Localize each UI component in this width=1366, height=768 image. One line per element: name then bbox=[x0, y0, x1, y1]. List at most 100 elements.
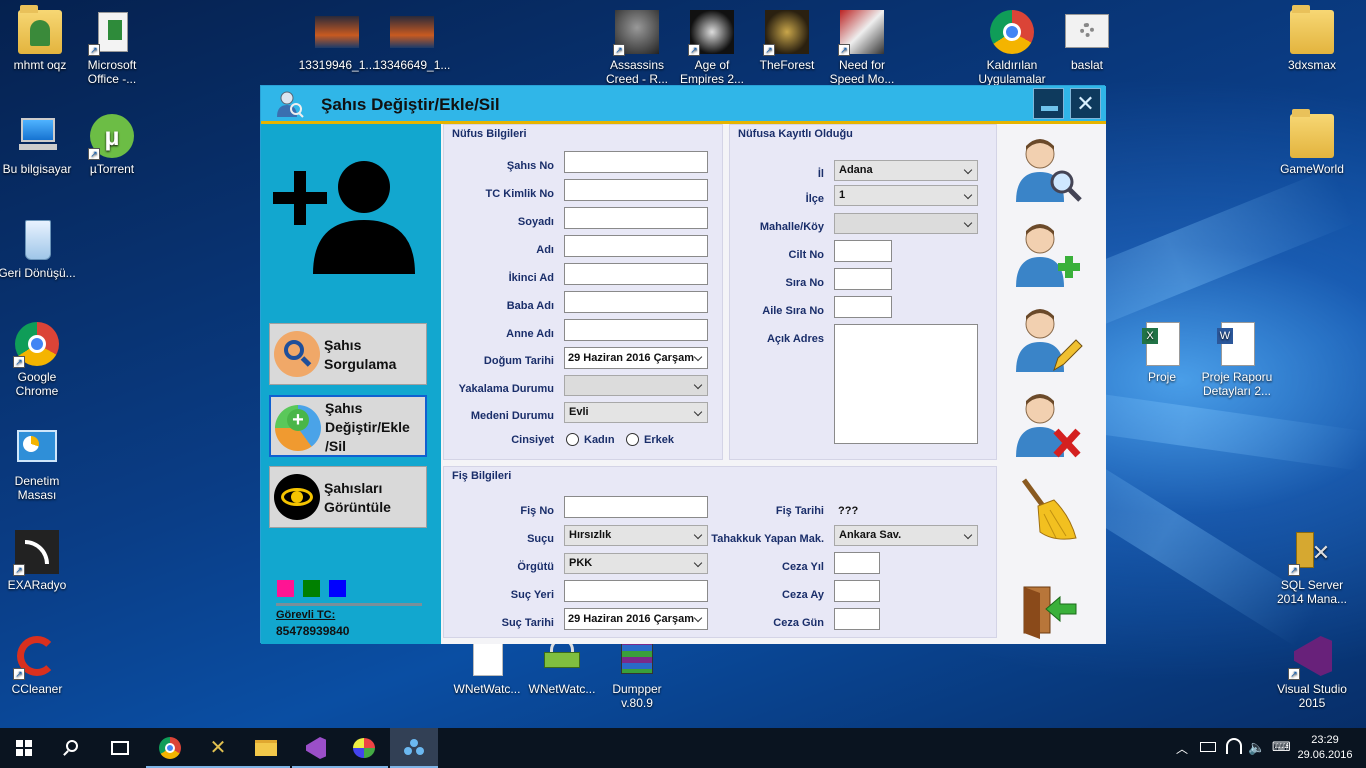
add-person-button[interactable] bbox=[1010, 221, 1086, 291]
aile-sira-no-input[interactable] bbox=[834, 296, 892, 318]
tahakkuk-select[interactable]: Ankara Sav. bbox=[834, 525, 978, 546]
taskbar-chrome[interactable] bbox=[146, 728, 194, 768]
button-label-line: /Sil bbox=[325, 438, 347, 454]
desktop-icon-photo2[interactable]: 13346649_1... bbox=[372, 10, 452, 72]
search-person-button[interactable] bbox=[1010, 136, 1086, 206]
desktop-icon-label: 3dxsmax bbox=[1287, 58, 1337, 72]
title-bar[interactable]: Şahıs Değiştir/Ekle/Sil ✕ bbox=[261, 86, 1106, 124]
cilt-no-input[interactable] bbox=[834, 240, 892, 262]
volume-icon[interactable]: 🔈 bbox=[1248, 739, 1265, 756]
paint-icon bbox=[353, 738, 375, 758]
desktop-icon-dumpper[interactable]: Dumpper v.80.9 bbox=[597, 634, 677, 710]
desktop-icon-user[interactable]: mhmt oqz bbox=[0, 5, 80, 72]
desktop-icon-theforest[interactable]: ↗ TheForest bbox=[747, 10, 827, 72]
ceza-yil-input[interactable] bbox=[834, 552, 880, 574]
il-select[interactable]: Adana bbox=[834, 160, 978, 181]
fis-no-input[interactable] bbox=[564, 496, 708, 518]
sahis-degistir-ekle-sil-button[interactable]: + Şahıs Değiştir/Ekle /Sil bbox=[269, 395, 427, 457]
sahis-sorgulama-button[interactable]: Şahıs Sorgulama bbox=[269, 323, 427, 385]
task-view-button[interactable] bbox=[96, 728, 144, 768]
ilce-select[interactable]: 1 bbox=[834, 185, 978, 206]
desktop-icon-gameworld[interactable]: GameWorld bbox=[1272, 109, 1352, 176]
color-swatch[interactable] bbox=[329, 580, 346, 597]
suc-tarihi-picker[interactable]: 29 Haziran 2016 Çarşam bbox=[564, 608, 708, 630]
adi-input[interactable] bbox=[564, 235, 708, 257]
desktop-icon-utorrent[interactable]: µ ↗ µTorrent bbox=[72, 114, 152, 176]
search-button[interactable] bbox=[48, 728, 96, 768]
sahis-no-input[interactable] bbox=[564, 151, 708, 173]
color-swatch[interactable] bbox=[277, 580, 294, 597]
battery-icon[interactable] bbox=[1200, 742, 1216, 752]
sahislari-goruntule-button[interactable]: Şahısları Görüntüle bbox=[269, 466, 427, 528]
desktop-icon-control-panel[interactable]: Denetim Masası bbox=[0, 426, 77, 502]
desktop-icon-baslat[interactable]: baslat bbox=[1047, 10, 1127, 72]
start-button[interactable] bbox=[0, 728, 48, 768]
window-title: Şahıs Değiştir/Ekle/Sil bbox=[321, 95, 500, 114]
wifi-icon[interactable] bbox=[1226, 738, 1242, 754]
desktop-icon-kaldirilan[interactable]: Kaldırılan Uygulamalar bbox=[972, 10, 1052, 86]
tc-kimlik-input[interactable] bbox=[564, 179, 708, 201]
acik-adres-textarea[interactable] bbox=[834, 324, 978, 444]
minimize-icon bbox=[1041, 106, 1058, 111]
taskbar-visual-studio[interactable] bbox=[292, 728, 340, 768]
person-delete-icon bbox=[1016, 394, 1081, 458]
sira-no-input[interactable] bbox=[834, 268, 892, 290]
desktop-icon-assassins[interactable]: ↗ Assassins Creed - R... bbox=[597, 10, 677, 86]
ikinci-ad-input[interactable] bbox=[564, 263, 708, 285]
dogum-tarihi-picker[interactable]: 29 Haziran 2016 Çarşam bbox=[564, 347, 708, 369]
ceza-gun-input[interactable] bbox=[834, 608, 880, 630]
taskbar-tools[interactable]: ✕ bbox=[194, 728, 242, 768]
photo-thumbnail-icon bbox=[315, 10, 359, 54]
edit-person-button[interactable] bbox=[1010, 306, 1086, 376]
desktop-icon-nfs[interactable]: ↗ Need for Speed Mo... bbox=[822, 10, 902, 86]
visual-studio-icon: ↗ bbox=[1288, 634, 1334, 680]
button-label-line: Görüntüle bbox=[324, 499, 391, 515]
desktop-icon-recycle[interactable]: Geri Dönüşü... bbox=[0, 218, 77, 280]
medeni-durumu-select[interactable]: Evli bbox=[564, 402, 708, 423]
clear-button[interactable] bbox=[1010, 476, 1086, 546]
desktop-icon-label: 13319946_1... bbox=[298, 58, 376, 72]
desktop-icon-sql-server[interactable]: ✕ ↗ SQL Server 2014 Mana... bbox=[1272, 530, 1352, 606]
desktop-icon-label: Visual Studio 2015 bbox=[1277, 682, 1347, 710]
desktop-icon-photo1[interactable]: 13319946_1... bbox=[297, 10, 377, 72]
tray-chevron-icon[interactable]: ︿ bbox=[1176, 740, 1188, 757]
yakalama-durumu-select[interactable] bbox=[564, 375, 708, 396]
button-label-line: Şahıs bbox=[325, 400, 363, 416]
exit-button[interactable] bbox=[1010, 581, 1086, 646]
delete-person-button[interactable] bbox=[1010, 391, 1086, 461]
soyadi-input[interactable] bbox=[564, 207, 708, 229]
desktop-icon-proje-raporu[interactable]: W Proje Raporu Detayları 2... bbox=[1197, 322, 1277, 398]
desktop-icon-proje[interactable]: X Proje bbox=[1122, 322, 1202, 384]
desktop-icon-visual-studio[interactable]: ↗ Visual Studio 2015 bbox=[1272, 634, 1352, 710]
desktop-icon-3dxsmax[interactable]: 3dxsmax bbox=[1272, 5, 1352, 72]
photo-thumbnail-icon bbox=[390, 10, 434, 54]
taskbar-app[interactable] bbox=[390, 728, 438, 768]
orgutu-select[interactable]: PKK bbox=[564, 553, 708, 574]
field-label: Ceza Ay bbox=[782, 589, 824, 601]
mahalle-koy-select[interactable] bbox=[834, 213, 978, 234]
anne-adi-input[interactable] bbox=[564, 319, 708, 341]
cinsiyet-kadin-radio[interactable] bbox=[566, 433, 579, 446]
desktop-icon-aoe[interactable]: ↗ Age of Empires 2... bbox=[672, 10, 752, 86]
desktop-icon-computer[interactable]: Bu bilgisayar bbox=[0, 114, 77, 176]
taskbar-file-explorer[interactable] bbox=[242, 728, 290, 768]
taskbar-paint[interactable] bbox=[340, 728, 388, 768]
desktop-icon-office[interactable]: ↗ Microsoft Office -... bbox=[72, 10, 152, 86]
field-label: Suç Yeri bbox=[510, 589, 554, 601]
desktop-icon-exaradyo[interactable]: ↗ EXARadyo bbox=[0, 530, 77, 592]
excel-icon: X bbox=[1140, 322, 1184, 366]
minimize-button[interactable] bbox=[1033, 88, 1064, 119]
clock[interactable]: 23:29 29.06.2016 bbox=[1296, 733, 1354, 763]
color-swatch[interactable] bbox=[303, 580, 320, 597]
sucu-select[interactable]: Hırsızlık bbox=[564, 525, 708, 546]
cinsiyet-erkek-radio[interactable] bbox=[626, 433, 639, 446]
baba-adi-input[interactable] bbox=[564, 291, 708, 313]
ceza-ay-input[interactable] bbox=[834, 580, 880, 602]
ime-icon[interactable]: ⌨ bbox=[1272, 739, 1291, 755]
desktop-icon-ccleaner[interactable]: ↗ CCleaner bbox=[0, 634, 77, 696]
desktop-icon-chrome[interactable]: ↗ Google Chrome bbox=[0, 322, 77, 398]
field-label: Mahalle/Köy bbox=[759, 221, 824, 233]
fis-tarihi-value: ??? bbox=[838, 505, 859, 517]
close-button[interactable]: ✕ bbox=[1070, 88, 1101, 119]
suc-yeri-input[interactable] bbox=[564, 580, 708, 602]
